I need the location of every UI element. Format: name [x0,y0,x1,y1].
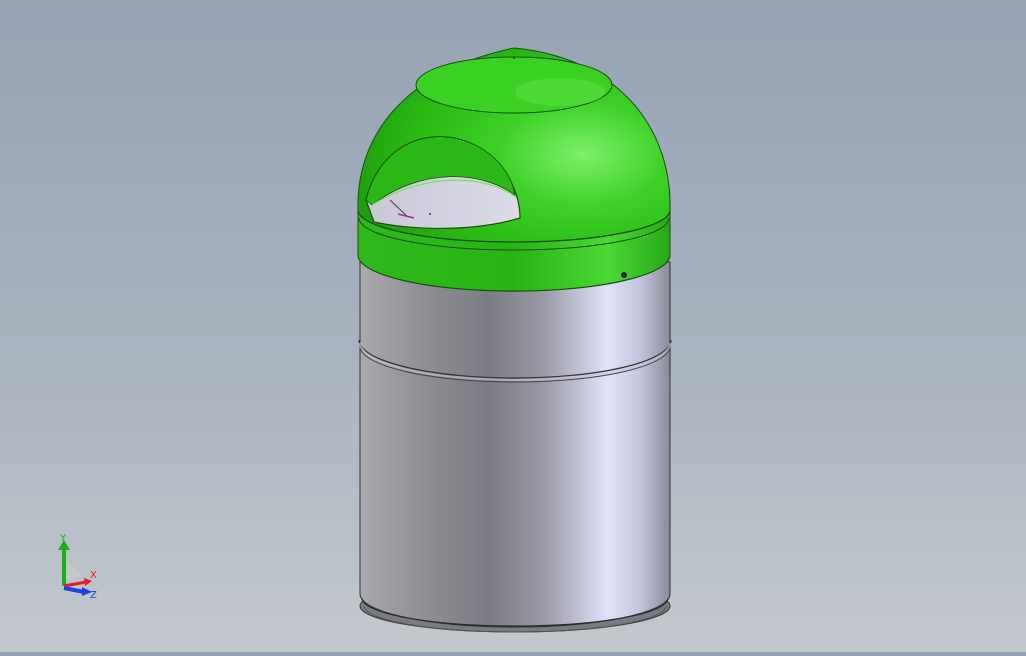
triad-plane [66,560,82,580]
x-axis-line [63,580,87,588]
bin-body [359,261,671,628]
trash-bin-model[interactable] [0,0,1026,652]
graphics-viewport[interactable]: Y X Z [0,0,1026,652]
lid-top-dot [513,57,515,59]
lid-screw-hole [621,272,627,278]
inner-dot [429,213,431,215]
axis-triad: Y X Z [58,533,97,600]
x-axis-label: X [90,570,97,581]
z-axis-label: Z [90,590,97,600]
lid-top-cap-highlight [515,78,605,106]
y-axis-label: Y [59,533,67,544]
z-axis-line [63,586,85,594]
